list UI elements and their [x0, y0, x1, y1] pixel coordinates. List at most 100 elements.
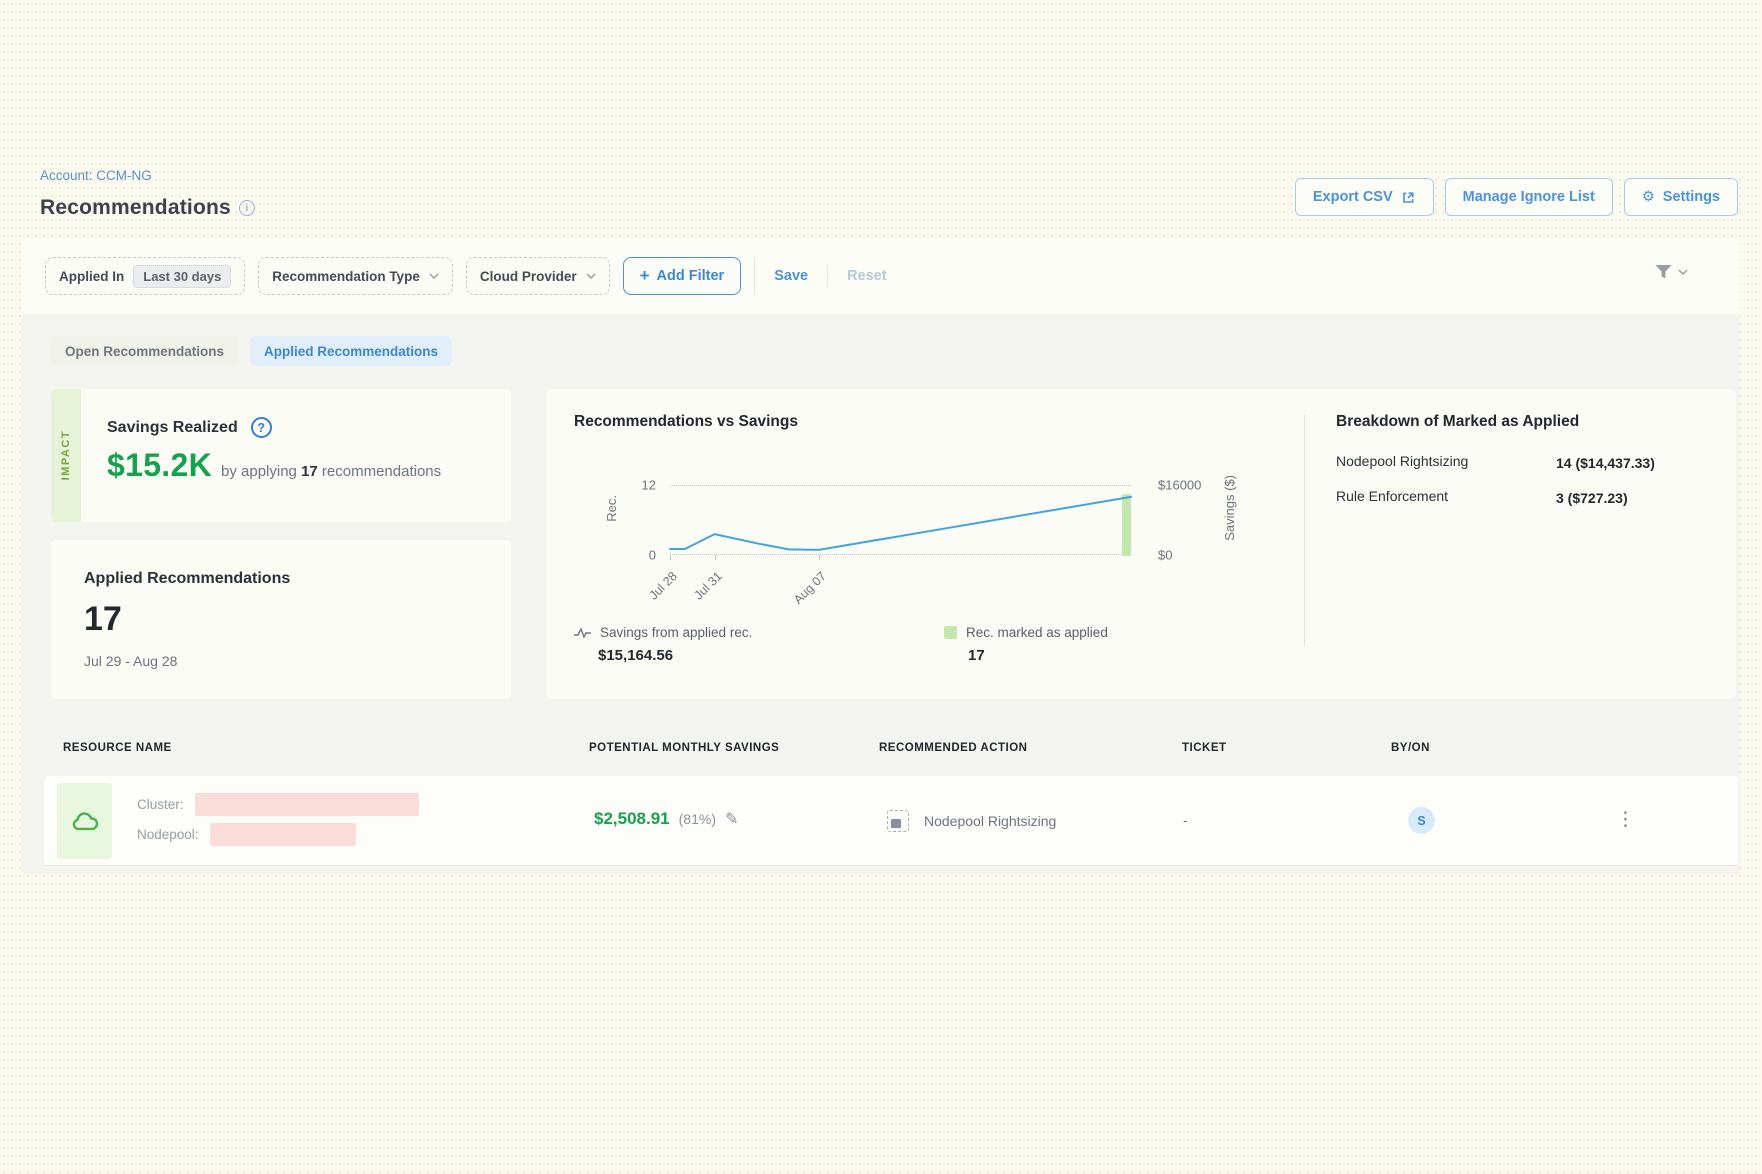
applied-card-count: 17: [84, 600, 511, 639]
savings-amount: $2,508.91: [594, 809, 670, 829]
y-right-tick-max: $16000: [1158, 478, 1208, 493]
green-square-icon: [944, 626, 957, 639]
row-menu-kebab-icon[interactable]: ⋮: [1616, 808, 1635, 833]
rightsizing-icon: [887, 810, 909, 832]
legend-bar-value: 17: [968, 647, 1108, 664]
page-title-row: Recommendations i: [40, 196, 255, 220]
impact-ribbon-label: IMPACT: [60, 430, 72, 480]
impact-ribbon: IMPACT: [51, 389, 81, 522]
savings-realized-card: IMPACT Savings Realized ? $15.2K by appl…: [50, 388, 512, 523]
export-csv-button[interactable]: Export CSV: [1295, 178, 1434, 216]
recommendations-page: Account: CCM-NG Recommendations i Export…: [0, 0, 1762, 1174]
savings-line: [670, 497, 1131, 550]
settings-label: Settings: [1663, 189, 1720, 205]
chart-canvas: [670, 486, 1131, 556]
x-axis-tick-mark: [670, 555, 671, 560]
table-header-row: RESOURCE NAME POTENTIAL MONTHLY SAVINGS …: [22, 742, 1740, 762]
avatar[interactable]: S: [1408, 807, 1435, 834]
plus-icon: +: [640, 266, 650, 286]
info-icon[interactable]: i: [239, 200, 255, 216]
savings-realized-title: Savings Realized: [107, 419, 238, 437]
filter-funnel-icon: [1654, 264, 1673, 280]
breadcrumb-account[interactable]: Account: CCM-NG: [40, 168, 152, 183]
tab-applied-recommendations[interactable]: Applied Recommendations: [250, 336, 452, 366]
filter-recommendation-type[interactable]: Recommendation Type: [258, 257, 453, 295]
chevron-down-icon: [586, 273, 596, 279]
help-icon[interactable]: ?: [251, 417, 272, 438]
gear-icon: ⚙: [1642, 189, 1655, 205]
y-right-axis-title: Savings ($): [1222, 475, 1237, 541]
breakdown-title: Breakdown of Marked as Applied: [1336, 413, 1686, 431]
legend-savings-line: Savings from applied rec. $15,164.56: [574, 625, 752, 664]
column-header-by-on: BY/ON: [1391, 742, 1430, 754]
tab-open-recommendations[interactable]: Open Recommendations: [51, 336, 238, 366]
pulse-line-icon: [574, 627, 591, 639]
filter-cloud-provider[interactable]: Cloud Provider: [466, 257, 610, 295]
cloud-icon: [71, 810, 99, 833]
filter-bar: Applied In Last 30 days Recommendation T…: [22, 238, 1740, 314]
potential-savings-cell: $2,508.91 (81%) ✎: [594, 809, 738, 829]
legend-line-label: Savings from applied rec.: [600, 625, 752, 640]
filter-panel-toggle[interactable]: [1654, 264, 1688, 280]
filter-cloud-provider-label: Cloud Provider: [480, 269, 577, 284]
ticket-cell: -: [1183, 812, 1188, 828]
x-axis-tick-mark: [819, 555, 820, 560]
column-header-recommended-action: RECOMMENDED ACTION: [879, 742, 1028, 754]
add-filter-button[interactable]: + Add Filter: [623, 257, 742, 295]
chevron-down-icon: [429, 273, 439, 279]
manage-ignore-list-button[interactable]: Manage Ignore List: [1445, 178, 1613, 216]
resource-name-cell: Cluster: Nodepool:: [137, 793, 419, 846]
y-right-tick-min: $0: [1158, 548, 1208, 563]
breakdown-row-value: 14 ($14,437.33): [1556, 453, 1660, 474]
applied-bar: [1122, 494, 1131, 556]
reset-filter-button[interactable]: Reset: [841, 268, 893, 284]
x-axis-tick-mark: [715, 555, 716, 560]
breakdown-row: Nodepool Rightsizing 14 ($14,437.33): [1336, 453, 1686, 474]
x-axis-labels: Jul 28Jul 31Aug 07: [670, 555, 1131, 615]
settings-button[interactable]: ⚙ Settings: [1624, 178, 1738, 216]
breakdown-section: Breakdown of Marked as Applied Nodepool …: [1336, 413, 1686, 509]
x-axis-label: Aug 07: [769, 569, 828, 628]
breakdown-row: Rule Enforcement 3 ($727.23): [1336, 488, 1686, 509]
filter-applied-in[interactable]: Applied In Last 30 days: [45, 257, 245, 295]
savings-realized-count: 17: [301, 463, 318, 480]
applied-card-date-range: Jul 29 - Aug 28: [84, 653, 511, 669]
main-content: Open Recommendations Applied Recommendat…: [22, 314, 1740, 874]
y-left-tick-max: 12: [606, 478, 656, 493]
chart-title: Recommendations vs Savings: [574, 413, 798, 431]
chart-panel: Recommendations vs Savings 12 0 $16000 $…: [545, 388, 1737, 700]
y-left-axis-title: Rec.: [604, 495, 619, 522]
column-header-ticket: TICKET: [1182, 742, 1227, 754]
divider: [1304, 415, 1305, 647]
applied-recommendations-card: Applied Recommendations 17 Jul 29 - Aug …: [50, 539, 512, 700]
breakdown-row-label: Nodepool Rightsizing: [1336, 453, 1556, 474]
savings-percent: (81%): [679, 811, 716, 827]
manage-ignore-list-label: Manage Ignore List: [1463, 189, 1595, 205]
redacted-cluster-name: [195, 793, 419, 816]
filter-applied-in-value[interactable]: Last 30 days: [133, 265, 231, 288]
external-link-icon: [1401, 190, 1416, 205]
export-csv-label: Export CSV: [1313, 189, 1393, 205]
legend-bar-label: Rec. marked as applied: [966, 625, 1108, 640]
page-title: Recommendations: [40, 196, 231, 220]
redacted-nodepool-name: [210, 823, 356, 846]
breakdown-row-value: 3 ($727.23): [1556, 488, 1660, 509]
filter-applied-in-label: Applied In: [59, 269, 124, 284]
y-left-tick-min: 0: [606, 548, 656, 563]
chevron-down-icon: [1678, 269, 1688, 275]
legend-applied-bar: Rec. marked as applied 17: [944, 625, 1108, 664]
column-header-resource-name: RESOURCE NAME: [63, 742, 172, 754]
table-row[interactable]: Cluster: Nodepool: $2,508.91 (81%) ✎ Nod…: [44, 776, 1738, 866]
column-header-potential-monthly-savings: POTENTIAL MONTHLY SAVINGS: [589, 742, 779, 754]
chart-plot-area: [670, 485, 1131, 555]
recommended-action-label: Nodepool Rightsizing: [924, 813, 1056, 829]
recommended-action-cell: Nodepool Rightsizing: [887, 810, 1056, 832]
save-filter-button[interactable]: Save: [768, 268, 814, 284]
filter-recommendation-type-label: Recommendation Type: [272, 269, 420, 284]
breakdown-row-label: Rule Enforcement: [1336, 488, 1556, 509]
applied-card-title: Applied Recommendations: [84, 570, 511, 588]
header-actions: Export CSV Manage Ignore List ⚙ Settings: [1295, 178, 1738, 216]
divider: [827, 265, 828, 287]
edit-pencil-icon[interactable]: ✎: [725, 809, 738, 829]
legend-line-value: $15,164.56: [598, 647, 752, 664]
